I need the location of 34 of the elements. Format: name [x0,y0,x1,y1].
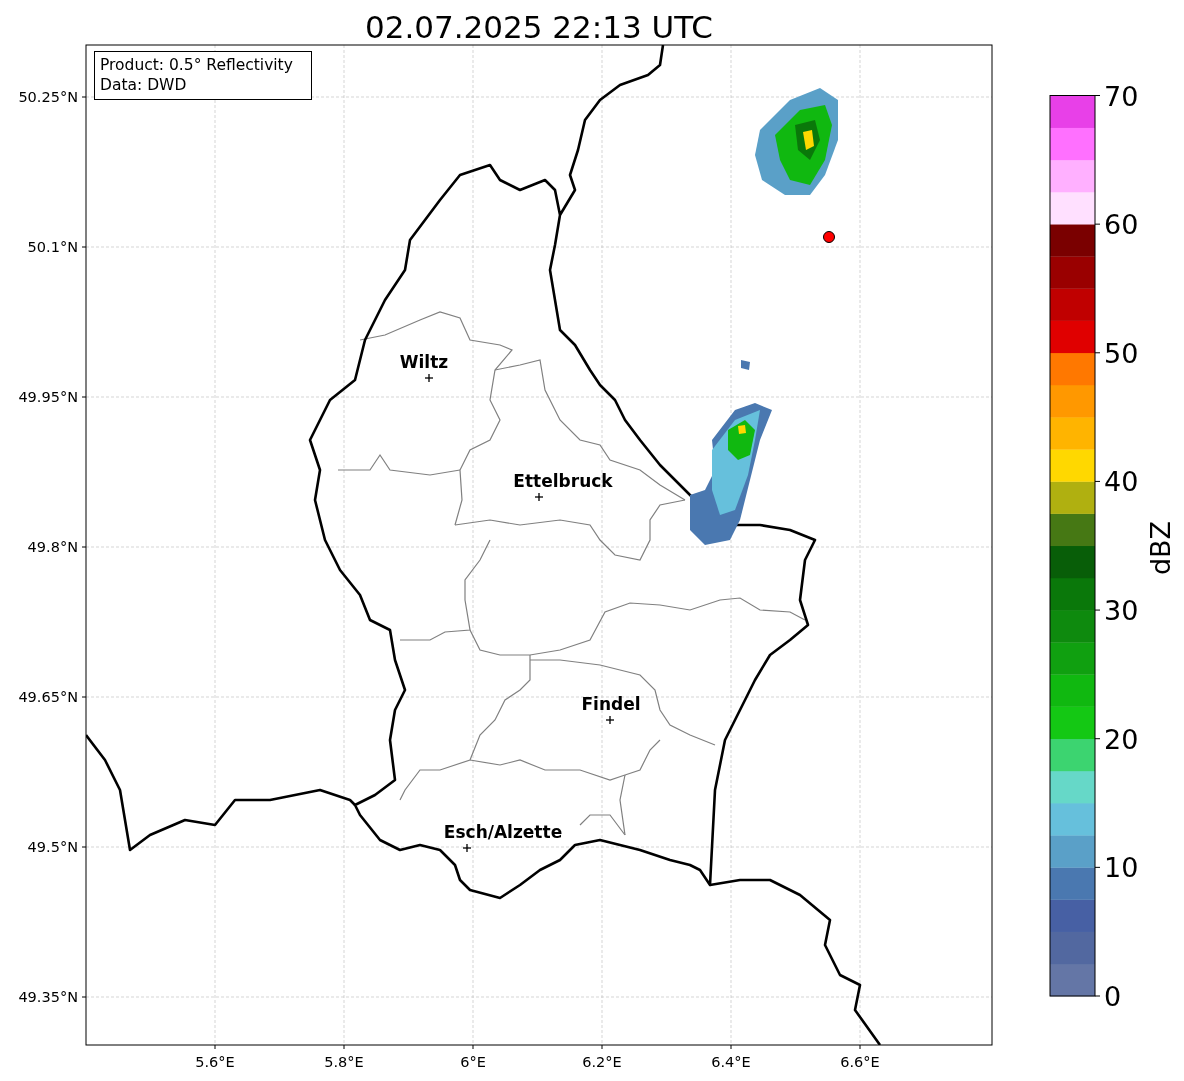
colorbar-tick-label: 70 [1104,80,1139,112]
colorbar-tick-label: 0 [1104,981,1122,1012]
axis-tick-label: 6.6°E [840,1054,880,1070]
axis-tick-label: 49.95°N [18,389,78,405]
axis-tick-label: 49.5°N [27,839,78,855]
axis-tick-label: 5.8°E [324,1054,364,1070]
radar-site-icon [823,231,835,243]
axis-tick-label: 6.4°E [711,1054,751,1070]
city-label: Findel [581,694,641,714]
axis-tick-label: 49.35°N [18,989,78,1005]
city-label: Ettelbruck [513,471,613,491]
city-marker-icon [605,715,615,725]
info-text: Product: 0.5° Reflectivity [100,56,293,74]
axis-tick-label: 50.1°N [27,239,78,255]
info-text: Data: DWD [100,76,187,94]
city-marker-icon [424,373,434,383]
colorbar-tick-label: 10 [1104,852,1139,884]
city-label: Wiltz [399,352,449,372]
axis-tick-label: 49.65°N [18,689,78,705]
chart-title: 02.07.2025 22:13 UTC [365,9,713,45]
colorbar-tick-label: 40 [1104,466,1139,498]
city-label: Esch/Alzette [443,822,563,842]
axis-tick-label: 5.6°E [195,1054,235,1070]
colorbar-label: dBZ [1145,520,1176,576]
colorbar-tick-label: 60 [1104,209,1139,241]
axis-tick-label: 50.25°N [18,89,78,105]
colorbar-tick-label: 50 [1104,337,1139,369]
city-marker-icon [462,843,472,853]
axis-tick-label: 6.2°E [582,1054,622,1070]
colorbar-tick-label: 20 [1104,723,1139,755]
axis-tick-label: 6°E [460,1054,486,1070]
colorbar-tick-label: 30 [1104,595,1139,627]
city-marker-icon [534,492,544,502]
axis-tick-label: 49.8°N [27,539,78,555]
